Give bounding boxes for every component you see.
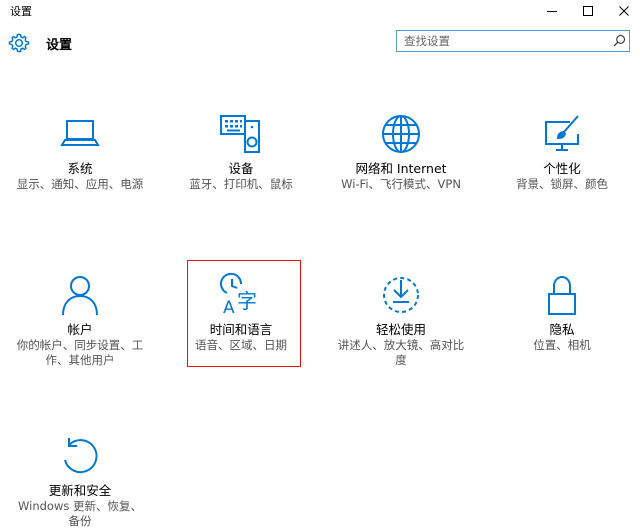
search-input[interactable] [397,31,607,51]
close-button[interactable] [604,0,640,22]
minimize-icon [547,11,557,12]
page-title: 设置 [46,38,73,53]
person-icon [62,276,98,316]
tile-personalization[interactable]: 个性化 背景、锁屏、颜色 [497,112,627,192]
tile-privacy[interactable]: 隐私 位置、相机 [497,273,627,353]
personalization-icon [545,115,579,151]
globe-icon [382,115,420,153]
close-icon [619,6,629,16]
tile-description: 背景、锁屏、颜色 [516,177,608,191]
time-language-icon: A 字 [220,273,257,317]
tile-description: 讲述人、放大镜、高对比度 [337,338,465,367]
tile-description: 你的帐户、同步设置、工作、其他用户 [16,338,144,367]
tile-description: 显示、通知、应用、电源 [16,177,144,191]
tile-time-language[interactable]: A 字 时间和语言 语音、区域、日期 [176,273,306,353]
lock-icon [548,275,576,315]
tile-description: 语音、区域、日期 [195,338,287,352]
tile-network[interactable]: 网络和 Internet Wi-Fi、飞行模式、VPN [336,112,466,192]
tile-ease-of-access[interactable]: 轻松使用 讲述人、放大镜、高对比度 [336,273,466,368]
tile-update-security[interactable]: 更新和安全 Windows 更新、恢复、备份 [15,434,145,529]
ease-of-access-icon [383,277,419,313]
window-title: 设置 [10,5,32,18]
tile-description: Wi-Fi、飞行模式、VPN [341,177,461,191]
maximize-button[interactable] [568,0,608,22]
maximize-icon [583,6,593,16]
tile-name: 轻松使用 [375,322,426,337]
tile-name: 网络和 Internet [355,161,447,176]
tile-name: 时间和语言 [209,322,273,337]
svg-text:A: A [223,298,235,317]
tile-description: 位置、相机 [533,338,591,352]
minimize-button[interactable] [532,0,572,22]
tile-description: Windows 更新、恢复、备份 [18,499,142,528]
gear-icon [8,33,30,53]
tile-name: 个性化 [543,161,581,176]
tile-name: 系统 [67,161,93,176]
tile-name: 设备 [228,161,254,176]
update-icon [64,438,98,474]
tile-name: 帐户 [67,322,93,337]
tile-name: 隐私 [549,322,575,337]
tile-devices[interactable]: 设备 蓝牙、打印机、鼠标 [176,112,306,192]
search-icon[interactable] [613,34,626,47]
tile-accounts[interactable]: 帐户 你的帐户、同步设置、工作、其他用户 [15,273,145,368]
settings-header: 设置 [0,24,640,64]
svg-text:字: 字 [237,289,257,313]
tile-name: 更新和安全 [48,483,112,498]
laptop-icon [60,120,100,146]
tile-system[interactable]: 系统 显示、通知、应用、电源 [15,112,145,192]
devices-icon [220,115,260,153]
tile-description: 蓝牙、打印机、鼠标 [189,177,293,191]
title-bar: 设置 [0,0,640,22]
search-box[interactable] [396,30,630,52]
